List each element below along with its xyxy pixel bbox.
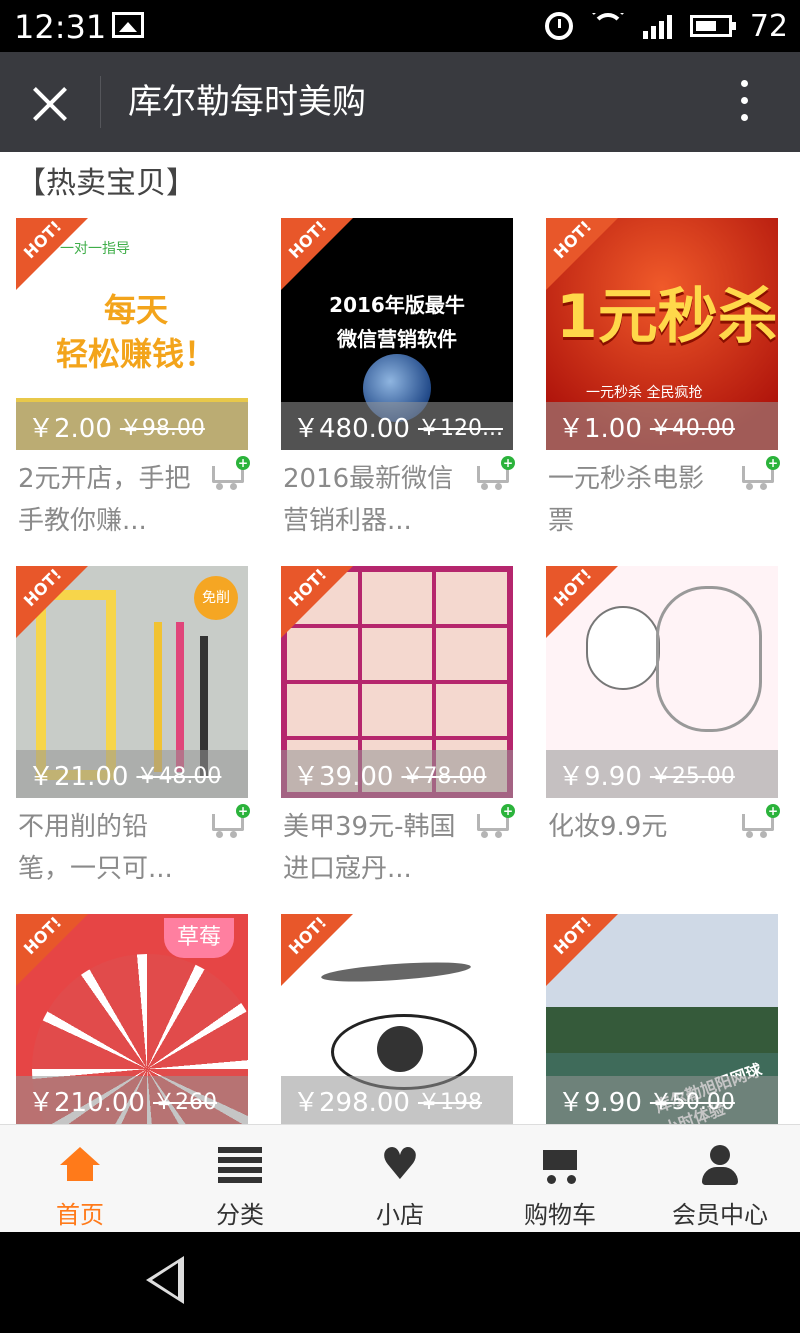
tab-cart[interactable]: 购物车 [480, 1125, 640, 1233]
top-nav-bar: 库尔勒每时美购 [0, 52, 800, 152]
thumb-badge: 免削 [194, 576, 238, 620]
thumb-sub: 一元秒杀 全民疯抢 [586, 385, 703, 401]
system-nav-bar [0, 1232, 800, 1333]
status-bar: 12:31 72 [0, 0, 800, 52]
original-price: ￥25.00 [649, 764, 735, 789]
price: ￥9.90 [558, 1087, 642, 1118]
tab-label: 首页 [56, 1201, 104, 1229]
product-name[interactable]: 一元秒杀电影票 [548, 458, 728, 542]
product-card[interactable]: HOT! ￥298.00 ￥198 [281, 914, 513, 1146]
original-price: ￥260 [152, 1090, 217, 1115]
add-to-cart-icon[interactable]: + [212, 456, 250, 490]
cart-icon [537, 1146, 583, 1184]
product-name[interactable]: 2016最新微信营销利器... [283, 458, 463, 542]
add-to-cart-icon[interactable]: + [212, 804, 250, 838]
page-title: 库尔勒每时美购 [128, 82, 366, 122]
image-notification-icon [112, 12, 144, 38]
original-price: ￥48.00 [136, 764, 222, 789]
product-card[interactable]: 2016年版最牛 微信营销软件 HOT! ￥480.00 ￥120... 2016… [281, 218, 515, 536]
price: ￥480.00 [293, 413, 410, 444]
product-card[interactable]: 库尔勒旭阳网球 小时体验 HOT! ￥9.90￥50.00 [546, 914, 778, 1146]
price-bar: ￥21.00 ￥48.00 [16, 750, 248, 798]
product-name[interactable]: 美甲39元-韩国进口寇丹... [283, 806, 463, 890]
product-card[interactable]: HOT! ￥9.90 ￥25.00 化妆9.9元 + [546, 566, 780, 842]
price-bar: ￥210.00 ￥260 [16, 1076, 248, 1124]
original-price: ￥120... [417, 416, 503, 441]
product-image[interactable]: HOT! ￥39.00 ￥78.00 [281, 566, 513, 798]
price: ￥9.90 [558, 761, 642, 792]
battery-level: 72 [749, 8, 788, 44]
battery-icon [689, 15, 736, 37]
tab-label: 会员中心 [672, 1201, 768, 1229]
thumb-text: 2016年版最牛 微信营销软件 [329, 293, 465, 351]
section-title: 【热卖宝贝】 [16, 166, 196, 201]
product-image[interactable]: 一对一指导 每天 轻松赚钱！ HOT! ￥2.00 ￥98.00 [16, 218, 248, 450]
original-price: ￥40.00 [649, 416, 735, 441]
tab-category[interactable]: 分类 [160, 1125, 320, 1233]
original-price: ￥50.00 [649, 1090, 735, 1115]
wifi-icon [591, 13, 625, 39]
product-card[interactable]: 一对一指导 每天 轻松赚钱！ HOT! ￥2.00 ￥98.00 2元开店，手把手… [16, 218, 250, 536]
tab-label: 小店 [376, 1201, 424, 1229]
heart-icon: ♥ [380, 1139, 420, 1190]
product-image[interactable]: 草莓 HOT! ￥210.00 ￥260 [16, 914, 248, 1146]
bottom-tab-bar: 首页 分类 ♥ 小店 购物车 会员中心 [0, 1124, 800, 1233]
price-bar: ￥9.90 ￥50.00 [546, 1076, 778, 1124]
product-name[interactable]: 不用削的铅笔，一只可... [18, 806, 198, 890]
alarm-icon [544, 12, 573, 40]
product-image[interactable]: 2016年版最牛 微信营销软件 HOT! ￥480.00 ￥120... [281, 218, 513, 450]
product-card[interactable]: 免削 HOT! ￥21.00 ￥48.00 不用削的铅笔，一只可... + [16, 566, 250, 884]
price: ￥21.00 [28, 761, 129, 792]
back-icon[interactable] [146, 1256, 184, 1304]
product-name[interactable]: 化妆9.9元 [548, 806, 728, 848]
product-card[interactable]: 1元秒杀 一元秒杀 全民疯抢 HOT! ￥1.00 ￥40.00 一元秒杀电影票 … [546, 218, 780, 536]
price: ￥2.00 [28, 413, 112, 444]
original-price: ￥78.00 [401, 764, 487, 789]
product-image[interactable]: 1元秒杀 一元秒杀 全民疯抢 HOT! ￥1.00 ￥40.00 [546, 218, 778, 450]
original-price: ￥198 [417, 1090, 482, 1115]
product-card[interactable]: 草莓 HOT! ￥210.00 ￥260 [16, 914, 248, 1146]
price: ￥210.00 [28, 1087, 145, 1118]
close-button[interactable] [26, 80, 74, 128]
price-bar: ￥39.00 ￥78.00 [281, 750, 513, 798]
add-to-cart-icon[interactable]: + [477, 456, 515, 490]
product-image[interactable]: 免削 HOT! ￥21.00 ￥48.00 [16, 566, 248, 798]
signal-icon [642, 13, 672, 39]
product-image[interactable]: 库尔勒旭阳网球 小时体验 HOT! ￥9.90￥50.00 [546, 914, 778, 1146]
price: ￥39.00 [293, 761, 394, 792]
home-icon [60, 1147, 100, 1183]
tab-label: 购物车 [524, 1201, 596, 1229]
product-name[interactable]: 2元开店，手把手教你赚... [18, 458, 198, 542]
product-card[interactable]: HOT! ￥39.00 ￥78.00 美甲39元-韩国进口寇丹... + [281, 566, 515, 884]
tab-home[interactable]: 首页 [0, 1125, 160, 1233]
price: ￥298.00 [293, 1087, 410, 1118]
tab-member[interactable]: 会员中心 [640, 1125, 800, 1233]
user-icon [702, 1145, 738, 1185]
price-bar: ￥9.90 ￥25.00 [546, 750, 778, 798]
thumb-tag: 草莓 [164, 918, 234, 958]
more-menu-button[interactable] [740, 80, 750, 126]
add-to-cart-icon[interactable]: + [477, 804, 515, 838]
product-image[interactable]: HOT! ￥9.90 ￥25.00 [546, 566, 778, 798]
price-bar: ￥480.00 ￥120... [281, 402, 513, 450]
price-bar: ￥1.00 ￥40.00 [546, 402, 778, 450]
thumb-text: 每天 轻松赚钱！ [56, 291, 217, 373]
price-bar: ￥298.00 ￥198 [281, 1076, 513, 1124]
price: ￥1.00 [558, 413, 642, 444]
add-to-cart-icon[interactable]: + [742, 804, 780, 838]
original-price: ￥98.00 [119, 416, 205, 441]
tab-label: 分类 [216, 1201, 264, 1229]
price-bar: ￥2.00 ￥98.00 [16, 402, 248, 450]
add-to-cart-icon[interactable]: + [742, 456, 780, 490]
status-time: 12:31 [14, 8, 107, 46]
nav-divider [100, 76, 101, 128]
tab-shop[interactable]: ♥ 小店 [320, 1125, 480, 1233]
product-image[interactable]: HOT! ￥298.00 ￥198 [281, 914, 513, 1146]
list-icon [218, 1147, 262, 1183]
